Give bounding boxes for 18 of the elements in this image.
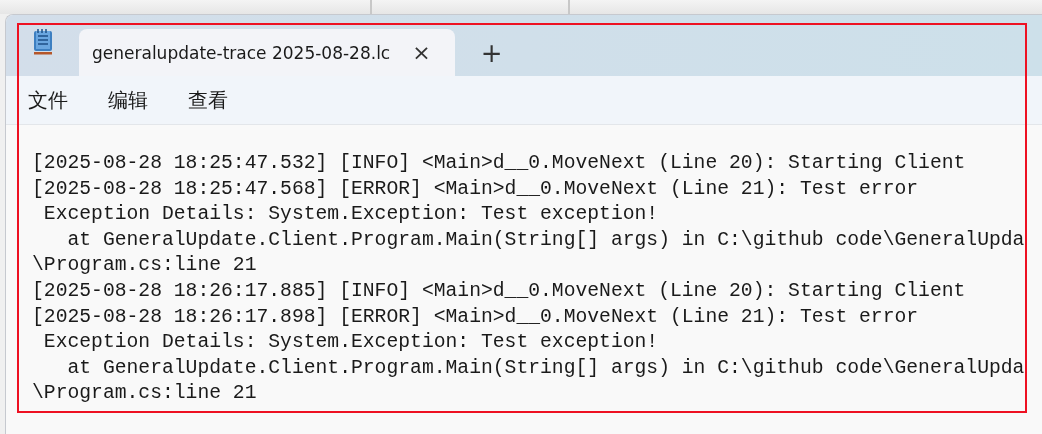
log-line: [2025-08-28 18:25:47.532] [INFO] <Main>d__0.MoveNext (Line 20): Starting Client [32, 151, 966, 176]
new-tab-button[interactable]: + [476, 38, 507, 68]
log-line: [2025-08-28 18:26:17.898] [ERROR] <Main>d__0.MoveNext (Line 21): Test error [32, 304, 919, 330]
close-tab-button[interactable]: × [412, 40, 431, 65]
file-tab[interactable]: generalupdate-trace 2025-08-28.lc × [79, 29, 455, 76]
log-line: [2025-08-28 18:26:17.885] [INFO] <Main>d__0.MoveNext (Line 20): Starting Client [32, 278, 966, 304]
notepad-icon [33, 29, 53, 55]
log-line: Exception Details: System.Exception: Test exception! [42, 202, 659, 228]
log-line: [2025-08-28 18:25:47.568] [ERROR] <Main>d__0.MoveNext (Line 21): Test error [32, 176, 919, 202]
menu-item[interactable]: 查看 [188, 86, 228, 114]
log-line: \Program.cs:line 21 [32, 253, 257, 279]
tab-title: generalupdate-trace 2025-08-28.lc [92, 42, 391, 63]
log-line: at GeneralUpdate.Client.Program.Main(String[] args) in C:\github code\GeneralUpda [66, 355, 1025, 381]
menu-item[interactable]: 编辑 [108, 86, 148, 114]
log-line: at GeneralUpdate.Client.Program.Main(String[] args) in C:\github code\GeneralUpda [66, 227, 1025, 253]
log-line: \Program.cs:line 21 [32, 381, 257, 407]
menu-item[interactable]: 文件 [28, 86, 68, 114]
log-line: Exception Details: System.Exception: Test exception! [42, 330, 659, 356]
